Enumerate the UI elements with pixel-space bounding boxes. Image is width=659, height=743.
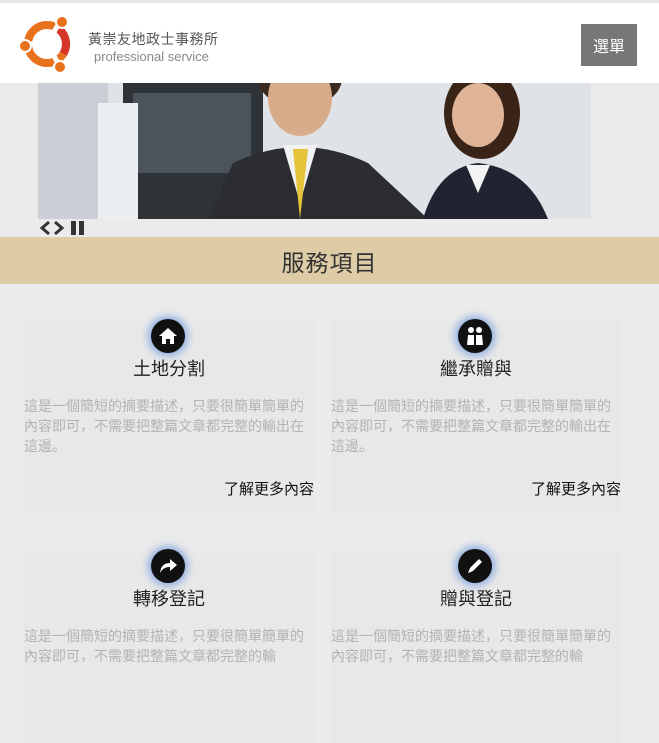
next-arrow-icon[interactable] [52,219,66,237]
people-icon[interactable] [458,319,492,353]
service-title[interactable]: 繼承贈與 [331,355,621,381]
site-header: 黃崇友地政士事務所 professional service 選單 [0,0,659,83]
menu-button[interactable]: 選單 [581,24,637,66]
section-title: 服務項目 [0,237,659,284]
service-description: 這是一個簡短的摘要描述，只要很簡單簡單的內容即可，不需要把整篇文章都完整的輸出在… [331,399,611,455]
hero-banner-image [38,83,591,219]
banner-photo [38,83,591,219]
service-description: 這是一個簡短的摘要描述，只要很簡單簡單的內容即可，不需要把整篇文章都完整的輸 [331,629,611,665]
logo-icon[interactable] [18,15,76,73]
service-card: 繼承贈與 這是一個簡短的摘要描述，只要很簡單簡單的內容即可，不需要把整篇文章都完… [331,319,621,513]
service-title[interactable]: 土地分割 [24,355,314,381]
home-icon[interactable] [151,319,185,353]
service-title[interactable]: 贈與登記 [331,585,621,611]
service-description: 這是一個簡短的摘要描述，只要很簡單簡單的內容即可，不需要把整篇文章都完整的輸 [24,629,304,665]
pause-icon[interactable] [66,219,88,237]
service-title[interactable]: 轉移登記 [24,585,314,611]
read-more-link[interactable]: 了解更多內容 [224,478,314,499]
service-card: 土地分割 這是一個簡短的摘要描述，只要很簡單簡單的內容即可，不需要把整篇文章都完… [24,319,314,513]
pencil-icon[interactable] [458,549,492,583]
slider-controls [38,219,88,237]
read-more-link[interactable]: 了解更多內容 [531,478,621,499]
service-description: 這是一個簡短的摘要描述，只要很簡單簡單的內容即可，不需要把整篇文章都完整的輸出在… [24,399,304,455]
service-card: 轉移登記 這是一個簡短的摘要描述，只要很簡單簡單的內容即可，不需要把整篇文章都完… [24,549,314,743]
prev-arrow-icon[interactable] [38,219,52,237]
brand-name[interactable]: 黃崇友地政士事務所 [88,29,219,49]
share-arrow-icon[interactable] [151,549,185,583]
brand-tagline: professional service [94,49,209,64]
service-card: 贈與登記 這是一個簡短的摘要描述，只要很簡單簡單的內容即可，不需要把整篇文章都完… [331,549,621,743]
